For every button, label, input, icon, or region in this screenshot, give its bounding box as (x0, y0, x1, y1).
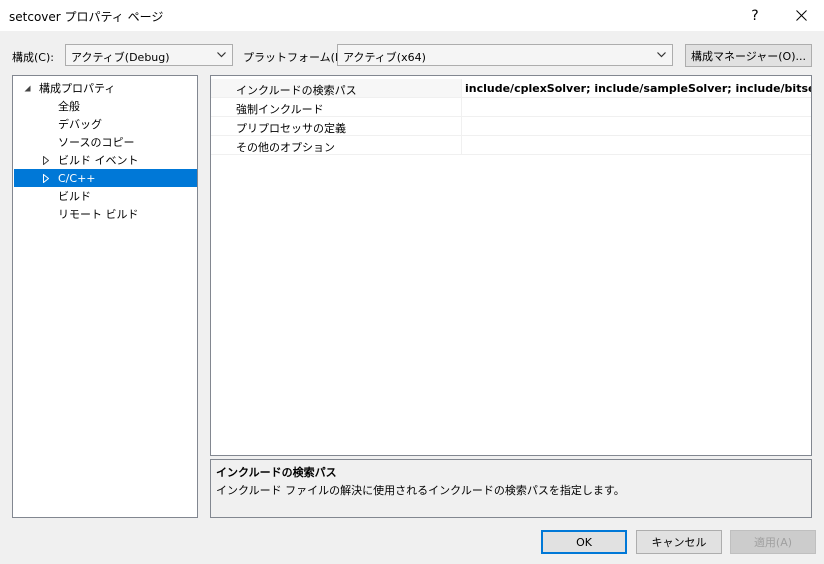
tree-item-remote-build[interactable]: リモート ビルド (14, 205, 197, 223)
config-manager-button[interactable]: 構成マネージャー(O)... (685, 44, 812, 67)
property-name: その他のオプション (236, 141, 335, 154)
grid-row-other-options[interactable]: その他のオプション (211, 136, 811, 155)
tree-item-label: 構成プロパティ (39, 82, 116, 95)
tree-item-cpp[interactable]: C/C++ (14, 169, 197, 187)
chevron-down-icon (217, 52, 226, 58)
tree-item-build[interactable]: ビルド (14, 187, 197, 205)
tree-item-general[interactable]: 全般 (14, 97, 197, 115)
tree-item-config-properties[interactable]: 構成プロパティ (14, 79, 197, 97)
property-value[interactable]: include/cplexSolver; include/sampleSolve… (465, 82, 811, 95)
property-tree[interactable]: 構成プロパティ 全般 デバッグ ソースのコピー ビルド イベント C/C++ ビ… (12, 75, 198, 518)
tree-item-label: ビルド イベント (58, 154, 139, 167)
platform-combo[interactable]: アクティブ(x64) (337, 44, 673, 66)
tree-item-label: リモート ビルド (58, 208, 139, 221)
collapsed-arrow-icon[interactable] (42, 173, 50, 183)
tree-item-debugging[interactable]: デバッグ (14, 115, 197, 133)
grid-row-include-paths[interactable]: インクルードの検索パス include/cplexSolver; include… (211, 79, 811, 98)
ok-button[interactable]: OK (541, 530, 627, 554)
property-name: 強制インクルード (236, 103, 324, 116)
close-button[interactable] (778, 0, 824, 31)
description-title: インクルードの検索パス (216, 466, 337, 479)
column-divider (461, 136, 462, 155)
tree-item-label: 全般 (58, 100, 80, 113)
collapsed-arrow-icon[interactable] (42, 155, 50, 165)
tree-item-label: C/C++ (58, 171, 96, 185)
config-combo[interactable]: アクティブ(Debug) (65, 44, 233, 66)
description-text: インクルード ファイルの解決に使用されるインクルードの検索パスを指定します。 (216, 484, 625, 497)
help-button[interactable]: ? (732, 0, 778, 31)
expanded-arrow-icon[interactable] (23, 84, 31, 92)
close-icon (795, 10, 807, 21)
apply-button[interactable]: 適用(A) (730, 530, 816, 554)
property-name: インクルードの検索パス (236, 84, 357, 97)
config-manager-label: 構成マネージャー(O)... (691, 49, 806, 63)
property-grid[interactable]: インクルードの検索パス include/cplexSolver; include… (210, 75, 812, 456)
grid-row-forced-include[interactable]: 強制インクルード (211, 98, 811, 117)
ok-label: OK (576, 535, 592, 549)
column-divider (461, 79, 462, 98)
platform-label: プラットフォーム(P): (243, 51, 350, 64)
tree-item-build-events[interactable]: ビルド イベント (14, 151, 197, 169)
tree-item-label: ソースのコピー (58, 136, 135, 149)
cancel-button[interactable]: キャンセル (636, 530, 722, 554)
description-panel: インクルードの検索パス インクルード ファイルの解決に使用されるインクルードの検… (210, 459, 812, 518)
column-divider (461, 98, 462, 117)
title-bar: setcover プロパティ ページ ? (0, 0, 824, 31)
tree-item-label: デバッグ (58, 118, 102, 131)
chevron-down-icon (657, 52, 666, 58)
help-icon: ? (751, 7, 759, 24)
config-label: 構成(C): (12, 51, 54, 64)
window-title: setcover プロパティ ページ (9, 10, 164, 24)
column-divider (461, 117, 462, 136)
apply-label: 適用(A) (753, 536, 793, 549)
grid-row-preprocessor-definitions[interactable]: プリプロセッサの定義 (211, 117, 811, 136)
tree-item-label: ビルド (58, 190, 91, 203)
platform-value: アクティブ(x64) (343, 51, 426, 64)
property-name: プリプロセッサの定義 (236, 122, 346, 135)
config-value: アクティブ(Debug) (71, 51, 170, 64)
cancel-label: キャンセル (651, 536, 707, 549)
tree-item-copy-sources[interactable]: ソースのコピー (14, 133, 197, 151)
